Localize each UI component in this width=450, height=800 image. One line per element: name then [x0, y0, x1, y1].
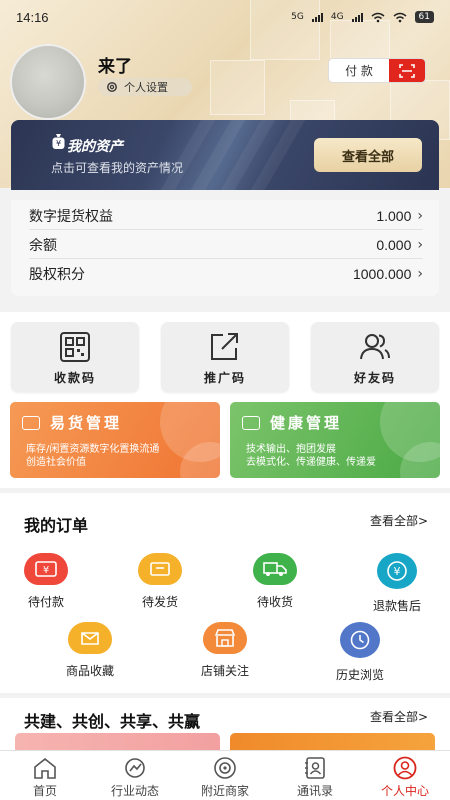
svg-text:¥: ¥ — [56, 139, 61, 148]
asset-row[interactable]: 余额 0.000 › — [29, 231, 423, 259]
username: 来了 — [98, 57, 132, 77]
health-icon — [242, 415, 260, 430]
pay-button[interactable]: 付 款 — [329, 59, 389, 82]
bottom-tab-bar: 首页 行业动态 附近商家 通讯录 个人中心 — [0, 750, 450, 800]
refund-icon: ¥ — [377, 553, 417, 589]
asset-label: 余额 — [29, 237, 57, 254]
asset-value: 1000.000 — [352, 266, 412, 282]
friends-icon — [360, 334, 390, 360]
tab-label: 个人中心 — [380, 784, 429, 798]
scan-button[interactable] — [389, 59, 425, 82]
cobuild-view-all-link[interactable]: 查看全部> — [370, 708, 428, 725]
chevron-right-icon: › — [417, 236, 423, 253]
network-label-2: 4G — [330, 12, 344, 22]
tab-label: 附近商家 — [200, 784, 249, 798]
store-icon — [203, 622, 247, 654]
qr-code-icon — [60, 332, 90, 362]
svg-text:¥: ¥ — [394, 565, 401, 578]
collection-code-button[interactable]: 收款码 — [11, 322, 139, 392]
status-time: 14:16 — [16, 9, 49, 25]
browse-history[interactable]: 历史浏览 — [320, 622, 400, 683]
product-favorites[interactable]: 商品收藏 — [50, 622, 130, 679]
battery-indicator: 61 — [414, 11, 434, 23]
money-bag-icon: ¥ — [52, 134, 65, 149]
box-icon — [138, 553, 182, 585]
friend-code-button[interactable]: 好友码 — [311, 322, 439, 392]
svg-text:¥: ¥ — [43, 565, 49, 576]
nearby-icon — [214, 757, 236, 779]
signal-icon — [311, 12, 323, 22]
tab-industry-news[interactable]: 行业动态 — [90, 751, 180, 800]
tab-label: 通讯录 — [296, 784, 333, 798]
tab-contacts[interactable]: 通讯录 — [270, 751, 360, 800]
asset-row[interactable]: 股权积分 1000.000 › — [29, 260, 423, 288]
favorite-bag-icon — [68, 622, 112, 654]
network-label-1: 5G — [291, 12, 304, 22]
gear-icon — [107, 82, 117, 92]
order-label: 商品收藏 — [65, 664, 114, 678]
order-label: 退款售后 — [372, 599, 421, 613]
promo-line-2: 创造社会价值 — [26, 457, 86, 468]
avatar[interactable] — [10, 44, 86, 120]
quick-action-label: 收款码 — [53, 371, 96, 385]
asset-value: 0.000 — [376, 236, 412, 253]
scan-icon — [399, 63, 415, 78]
home-icon — [34, 757, 56, 779]
exchange-icon — [22, 415, 40, 430]
asset-value: 1.000 — [376, 207, 412, 224]
orders-title: 我的订单 — [24, 516, 89, 535]
pay-scan-group: 付 款 — [328, 58, 426, 83]
wallet-icon: ¥ — [24, 553, 68, 585]
asset-row[interactable]: 数字提货权益 1.000 › — [29, 202, 423, 230]
contacts-icon — [305, 757, 325, 779]
order-label: 待收货 — [256, 595, 293, 609]
order-label: 待发货 — [141, 595, 178, 609]
signal-icon-2 — [351, 12, 363, 22]
assets-title: 我的资产 — [67, 139, 123, 155]
promo-title: 易货管理 — [50, 414, 123, 432]
promo-line-2: 去模式化、传递健康、传递爱 — [246, 457, 376, 468]
promotion-code-button[interactable]: 推广码 — [161, 322, 289, 392]
store-follows[interactable]: 店铺关注 — [185, 622, 265, 679]
chevron-right-icon: › — [417, 207, 423, 224]
asset-label: 股权积分 — [29, 267, 85, 283]
health-management-card[interactable]: 健康管理 技术输出、抱团发展 去模式化、传递健康、传递爱 — [230, 402, 440, 478]
chevron-right-icon: › — [417, 266, 423, 282]
history-icon — [340, 622, 380, 658]
view-all-assets-button[interactable]: 查看全部 — [314, 138, 422, 172]
order-pending-payment[interactable]: ¥ 待付款 — [6, 553, 86, 610]
tab-personal-center[interactable]: 个人中心 — [360, 751, 450, 800]
quick-action-label: 推广码 — [203, 371, 246, 385]
assets-subtitle: 点击可查看我的资产情况 — [51, 161, 184, 175]
order-label: 待付款 — [27, 595, 64, 609]
trend-icon — [125, 758, 145, 778]
asset-list: 数字提货权益 1.000 › 余额 0.000 › 股权积分 1000.000 … — [11, 200, 439, 296]
wifi-icon — [371, 12, 385, 22]
order-label: 历史浏览 — [335, 668, 384, 682]
wifi-icon-2 — [393, 12, 407, 22]
tab-home[interactable]: 首页 — [0, 751, 90, 800]
order-pending-receipt[interactable]: 待收货 — [235, 553, 315, 610]
status-bar: 14:16 5G 4G 61 — [0, 0, 450, 34]
order-pending-shipment[interactable]: 待发货 — [120, 553, 200, 610]
cobuild-title: 共建、共创、共享、共赢 — [24, 712, 201, 731]
orders-view-all-link[interactable]: 查看全部> — [370, 512, 428, 529]
barter-management-card[interactable]: 易货管理 库存/闲置资源数字化置换流通 创造社会价值 — [10, 402, 220, 478]
user-icon — [393, 756, 417, 780]
promo-title: 健康管理 — [270, 414, 343, 432]
tab-nearby-merchants[interactable]: 附近商家 — [180, 751, 270, 800]
personal-settings-label: 个人设置 — [124, 81, 168, 94]
truck-icon — [253, 553, 297, 585]
tab-label: 首页 — [32, 784, 57, 798]
order-refund-aftersale[interactable]: ¥ 退款售后 — [357, 553, 437, 614]
quick-action-label: 好友码 — [353, 371, 396, 385]
personal-settings-button[interactable]: 个人设置 — [98, 78, 192, 96]
asset-label: 数字提货权益 — [29, 208, 113, 225]
tab-label: 行业动态 — [110, 784, 159, 798]
order-label: 店铺关注 — [200, 664, 249, 678]
share-icon — [211, 333, 238, 360]
